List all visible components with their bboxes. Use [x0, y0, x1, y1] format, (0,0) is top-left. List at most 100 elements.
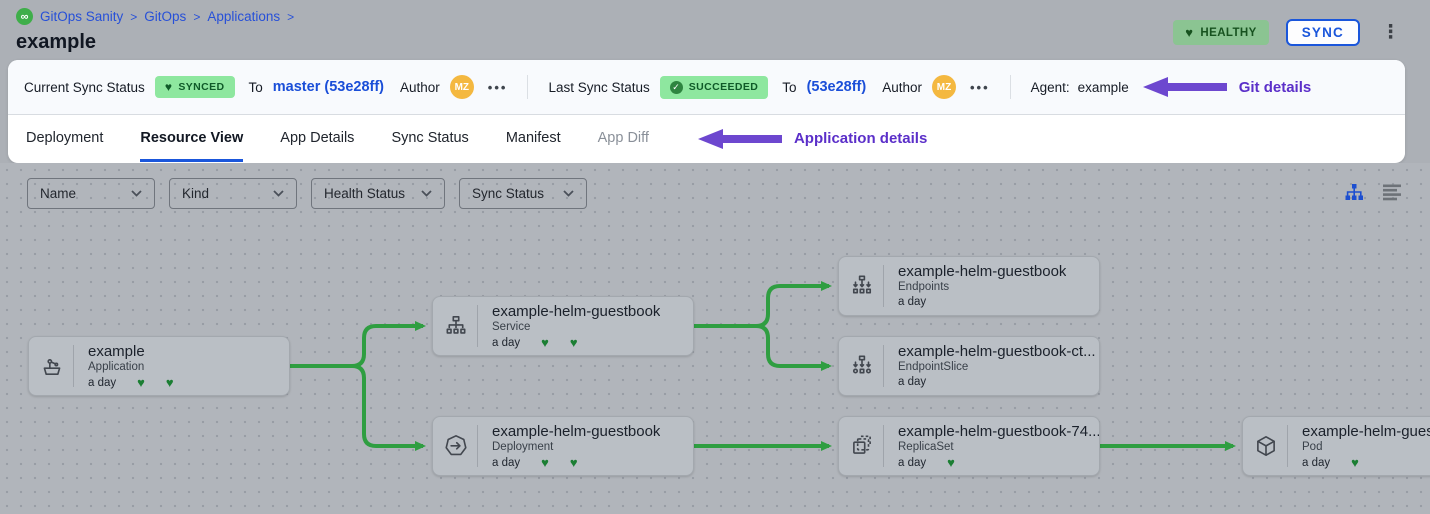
node-kind: ReplicaSet	[898, 441, 1099, 453]
resource-edge	[290, 366, 423, 446]
git-details-annotation: Git details	[1143, 76, 1312, 98]
resource-node-deployment[interactable]: example-helm-guestbookDeploymenta day♥♥	[432, 416, 694, 476]
node-title: example	[88, 343, 174, 360]
current-revision-link[interactable]: master (53e28ff)	[273, 79, 384, 95]
sync-button[interactable]: SYNC	[1286, 19, 1360, 46]
current-sync-group: Current Sync Status ♥ SYNCED To master (…	[24, 75, 507, 99]
heart-icon: ♥	[947, 456, 955, 469]
heart-icon: ♥	[166, 376, 174, 389]
tab-sync-status[interactable]: Sync Status	[391, 115, 468, 162]
node-kind: Pod	[1302, 441, 1430, 453]
breadcrumb-item-gitops[interactable]: GitOps	[144, 9, 186, 24]
agent-value: example	[1078, 80, 1129, 95]
top-strip: ∞ GitOps Sanity > GitOps > Applications …	[0, 0, 1430, 60]
filter-name-dropdown[interactable]: Name	[27, 178, 155, 209]
resource-node-pod[interactable]: example-helm-guestPod a day ♥	[1242, 416, 1430, 476]
node-title: example-helm-guestbook-ct...	[898, 343, 1096, 360]
tab-manifest[interactable]: Manifest	[506, 115, 561, 162]
tab-app-details[interactable]: App Details	[280, 115, 354, 162]
last-sync-group: Last Sync Status ✓ SUCCEEDED To (53e28ff…	[548, 75, 989, 99]
node-title: example-helm-guestbook	[492, 423, 660, 440]
node-age-text: a day	[898, 457, 926, 469]
agent-label: Agent:	[1031, 80, 1070, 95]
node-age: a day ♥	[898, 456, 1099, 469]
tab-resource-view[interactable]: Resource View	[140, 115, 243, 162]
author-avatar: MZ	[450, 75, 474, 99]
chevron-down-icon	[131, 190, 142, 197]
deployment-icon	[433, 417, 478, 475]
node-body: example-helm-guestPod a day ♥	[1288, 417, 1430, 475]
more-options-icon[interactable]: •••	[970, 80, 990, 95]
node-body: example-helm-guestbookServicea day♥♥	[478, 297, 660, 355]
list-view-icon[interactable]	[1382, 183, 1402, 201]
to-label: To	[782, 80, 796, 95]
tabs-bar: Deployment Resource View App Details Syn…	[8, 115, 1405, 162]
succeeded-badge: ✓ SUCCEEDED	[660, 76, 769, 99]
node-title: example-helm-guest	[1302, 423, 1430, 440]
resource-node-endpointslice[interactable]: example-helm-guestbook-ct...EndpointSlic…	[838, 336, 1100, 396]
succeeded-badge-label: SUCCEEDED	[689, 81, 759, 93]
replicaset-icon	[839, 417, 884, 475]
tree-view-icon[interactable]	[1344, 182, 1364, 202]
filter-label: Health Status	[324, 186, 405, 201]
view-toggles	[1344, 182, 1402, 202]
node-age-text: a day	[1302, 457, 1330, 469]
tab-app-diff[interactable]: App Diff	[598, 115, 649, 162]
health-status-badge: ♥ HEALTHY	[1173, 20, 1268, 45]
resource-node-endpoints[interactable]: example-helm-guestbookEndpointsa day	[838, 256, 1100, 316]
heart-icon: ♥	[165, 81, 173, 93]
node-age: a day♥♥	[492, 456, 660, 469]
node-age-text: a day	[492, 457, 520, 469]
app-header-panel: Current Sync Status ♥ SYNCED To master (…	[8, 60, 1405, 163]
sync-status-bar: Current Sync Status ♥ SYNCED To master (…	[8, 60, 1405, 115]
breadcrumb-separator: >	[193, 10, 200, 24]
application-details-annotation-text: Application details	[794, 130, 927, 147]
filter-sync-status-dropdown[interactable]: Sync Status	[459, 178, 587, 209]
kebab-menu-icon[interactable]: ⋮	[1377, 21, 1404, 44]
resource-edge	[290, 326, 423, 366]
resource-tree-canvas: Name Kind Health Status Sync Status	[0, 163, 1430, 514]
left-arrow-icon	[1143, 76, 1227, 98]
node-age: a day	[898, 296, 1066, 308]
heart-icon: ♥	[570, 336, 578, 349]
tab-deployment[interactable]: Deployment	[26, 115, 103, 162]
heart-icon: ♥	[1185, 26, 1193, 39]
pod-icon	[1243, 417, 1288, 475]
filter-label: Name	[40, 186, 76, 201]
git-details-annotation-text: Git details	[1239, 79, 1312, 96]
resource-node-application[interactable]: exampleApplicationa day♥♥	[28, 336, 290, 396]
author-label: Author	[882, 80, 922, 95]
breadcrumb: ∞ GitOps Sanity > GitOps > Applications …	[16, 8, 294, 25]
breadcrumb-separator: >	[287, 10, 294, 24]
filter-health-status-dropdown[interactable]: Health Status	[311, 178, 445, 209]
author-avatar: MZ	[932, 75, 956, 99]
breadcrumb-item-applications[interactable]: Applications	[207, 9, 280, 24]
chevron-down-icon	[273, 190, 284, 197]
divider	[1010, 75, 1011, 99]
node-body: example-helm-guestbookDeploymenta day♥♥	[478, 417, 660, 475]
node-age: a day	[898, 376, 1096, 388]
filter-kind-dropdown[interactable]: Kind	[169, 178, 297, 209]
heart-icon: ♥	[137, 376, 145, 389]
heart-icon: ♥	[541, 336, 549, 349]
node-age-text: a day	[492, 337, 520, 349]
breadcrumb-separator: >	[130, 10, 137, 24]
resource-node-replicaset[interactable]: example-helm-guestbook-74...ReplicaSet a …	[838, 416, 1100, 476]
heart-icon: ♥	[1351, 456, 1359, 469]
node-body: example-helm-guestbookEndpointsa day	[884, 257, 1066, 315]
synced-badge: ♥ SYNCED	[155, 76, 235, 98]
divider	[527, 75, 528, 99]
node-age: a day ♥ ♥	[492, 336, 660, 349]
node-kind: EndpointSlice	[898, 361, 1096, 373]
more-options-icon[interactable]: •••	[488, 80, 508, 95]
resource-node-service[interactable]: example-helm-guestbookServicea day♥♥	[432, 296, 694, 356]
current-sync-label: Current Sync Status	[24, 80, 145, 95]
resource-edge	[694, 286, 829, 326]
node-kind: Endpoints	[898, 281, 1066, 293]
resource-edge	[694, 326, 829, 366]
node-age-text: a day	[898, 296, 926, 308]
node-title: example-helm-guestbook-74...	[898, 423, 1099, 440]
last-revision-link[interactable]: (53e28ff)	[807, 79, 867, 95]
heart-icon: ♥	[541, 456, 549, 469]
breadcrumb-item-account[interactable]: GitOps Sanity	[40, 9, 123, 24]
